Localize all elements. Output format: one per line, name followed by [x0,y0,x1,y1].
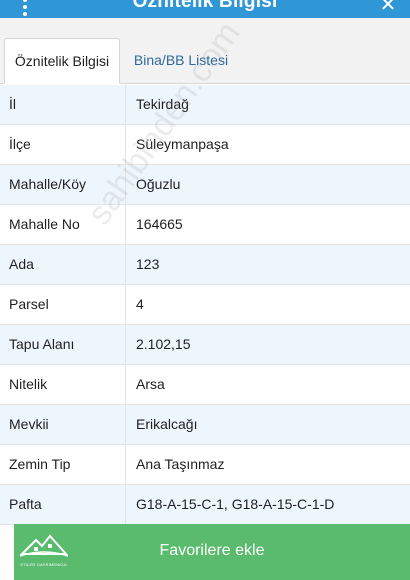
page-title: Öznitelik Bilgisi [132,0,278,12]
row-label: Mahalle No [0,205,126,244]
table-row: Nitelik Arsa [0,365,410,405]
row-value: Oğuzlu [136,176,181,192]
row-value: 164665 [136,216,183,232]
row-value: Erikalcağı [136,416,198,432]
row-label: Tapu Alanı [0,325,126,364]
row-label: Ada [0,245,126,284]
row-value: 4 [136,296,144,312]
table-row: Mevkii Erikalcağı [0,405,410,445]
row-label: Zemin Tip [0,445,126,484]
row-value: 2.102,15 [136,336,191,352]
row-value: Süleymanpaşa [136,136,229,152]
header-bar: Öznitelik Bilgisi ✕ [0,0,410,18]
table-row: Ada 123 [0,245,410,285]
row-label: Mahalle/Köy [0,165,126,204]
row-label: Nitelik [0,365,126,404]
row-label: Mevkii [0,405,126,444]
row-label: İlçe [0,125,126,164]
close-icon[interactable]: ✕ [378,0,398,16]
row-value: Arsa [136,376,165,392]
add-favorites-button[interactable]: STILER GAYRIMENKUL Favorilere ekle [14,524,410,580]
logo-text: STILER GAYRIMENKUL [20,562,68,567]
table-row: Parsel 4 [0,285,410,325]
table-row: Mahalle No 164665 [0,205,410,245]
tab-oznitelik-bilgisi[interactable]: Öznitelik Bilgisi [4,38,120,84]
table-row: Pafta G18-A-15-C-1, G18-A-15-C-1-D [0,485,410,525]
row-value: Tekirdağ [136,96,189,112]
row-label: İl [0,85,126,124]
row-value: G18-A-15-C-1, G18-A-15-C-1-D [136,496,335,512]
table-row: İlçe Süleymanpaşa [0,125,410,165]
tab-bina-bb-listesi[interactable]: Bina/BB Listesi [122,38,240,84]
row-value: Ana Taşınmaz [136,456,225,472]
add-favorites-label: Favorilere ekle [159,542,265,559]
row-value: 123 [136,256,160,272]
row-label: Parsel [0,285,126,324]
table-row: Tapu Alanı 2.102,15 [0,325,410,365]
attribute-table: İl Tekirdağ İlçe Süleymanpaşa Mahalle/Kö… [0,85,410,525]
tab-bar: Öznitelik Bilgisi Bina/BB Listesi [0,18,410,84]
row-label: Pafta [0,485,126,524]
table-row: İl Tekirdağ [0,85,410,125]
table-row: Mahalle/Köy Oğuzlu [0,165,410,205]
table-row: Zemin Tip Ana Taşınmaz [0,445,410,485]
